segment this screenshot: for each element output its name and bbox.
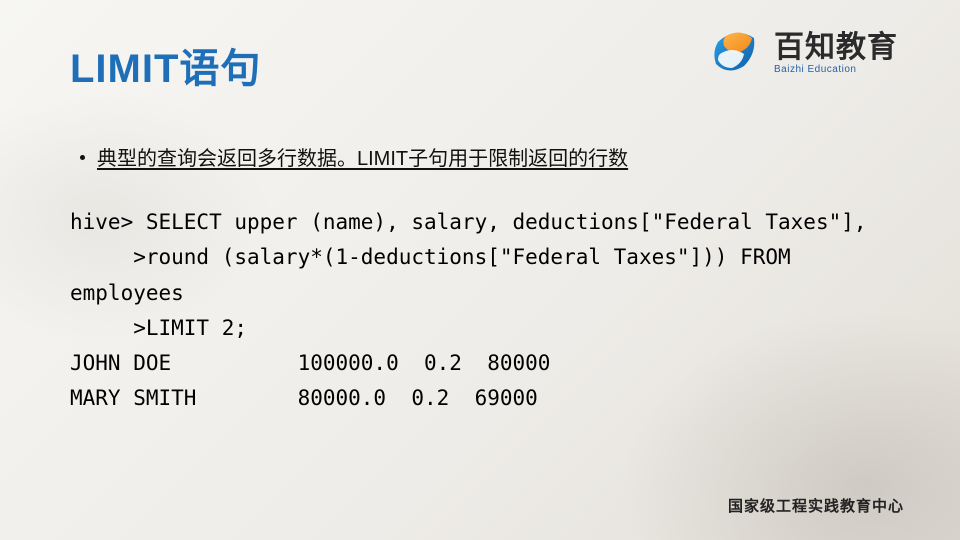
logo-main-text: 百知教育 [774,31,898,64]
logo-mark-icon [706,24,764,82]
bullet-icon [80,155,85,160]
logo-text: 百知教育 Baizhi Education [774,31,898,75]
bullet-description: 典型的查询会返回多行数据。LIMIT子句用于限制返回的行数 [80,142,628,171]
code-block: hive> SELECT upper (name), salary, deduc… [70,205,900,417]
code-line-5: JOHN DOE 100000.0 0.2 80000 [70,351,550,375]
code-line-4: >LIMIT 2; [70,316,247,340]
brand-logo: 百知教育 Baizhi Education [706,24,898,82]
footer-text: 国家级工程实践教育中心 [728,495,904,516]
code-line-2: >round (salary*(1-deductions["Federal Ta… [70,245,791,269]
logo-sub-text: Baizhi Education [774,64,898,75]
slide-title: LIMIT语句 [70,36,261,94]
code-line-3: employees [70,281,184,305]
bullet-text: 典型的查询会返回多行数据。LIMIT子句用于限制返回的行数 [97,148,628,170]
code-line-1: hive> SELECT upper (name), salary, deduc… [70,210,867,234]
code-line-6: MARY SMITH 80000.0 0.2 69000 [70,386,538,410]
